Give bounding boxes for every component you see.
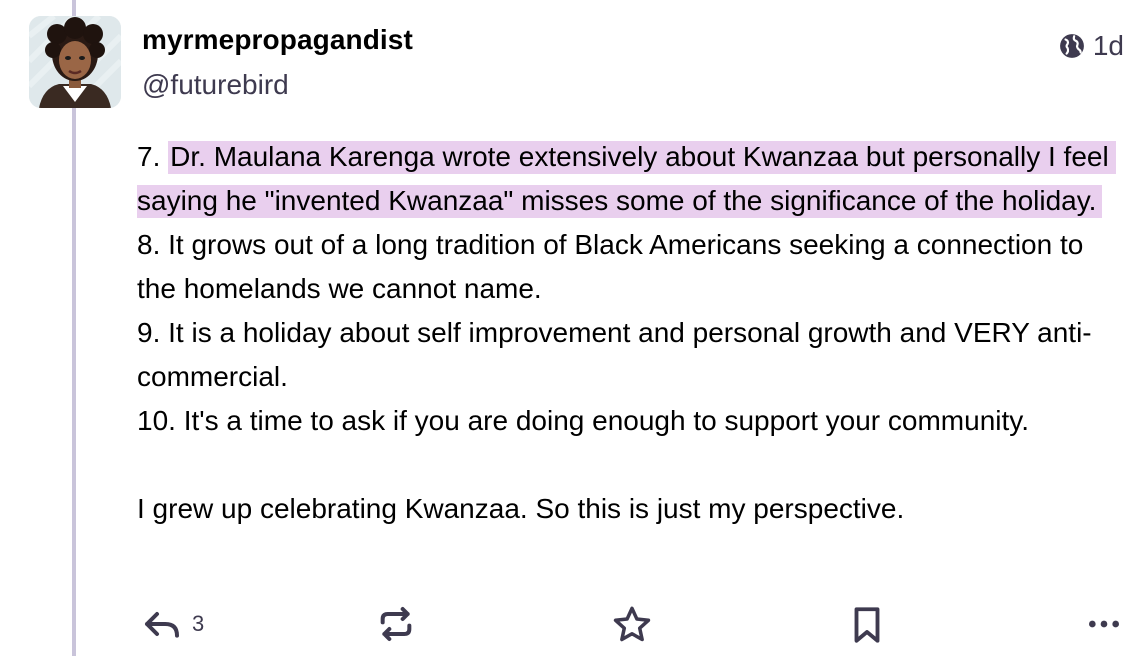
- post-content: 7. Dr. Maulana Karenga wrote extensively…: [137, 135, 1127, 531]
- favourite-button[interactable]: [611, 604, 653, 646]
- bookmark-button[interactable]: [846, 604, 888, 646]
- reply-icon: [145, 612, 179, 638]
- action-bar: 3: [0, 604, 1132, 652]
- post-item-7: 7. Dr. Maulana Karenga wrote extensively…: [137, 135, 1127, 223]
- boost-button[interactable]: [376, 604, 416, 644]
- post-time: 1d: [1092, 30, 1124, 61]
- post-item-9: 9. It is a holiday about self improvemen…: [137, 317, 1092, 392]
- post-item-10: 10. It's a time to ask if you are doing …: [137, 405, 1029, 436]
- bookmark-icon: [854, 607, 880, 643]
- favourite-icon: [613, 606, 651, 642]
- item-7-number: 7.: [137, 141, 169, 172]
- highlighted-text: Dr. Maulana Karenga wrote extensively ab…: [137, 141, 1117, 218]
- author-handle[interactable]: @futurebird: [142, 69, 289, 101]
- more-button[interactable]: [1084, 604, 1124, 644]
- more-icon: [1089, 620, 1119, 628]
- avatar-image: [29, 16, 121, 108]
- author-display-name[interactable]: myrmepropagandist: [142, 24, 413, 56]
- post-closing: I grew up celebrating Kwanzaa. So this i…: [137, 493, 905, 524]
- post-blank-line: [137, 443, 1127, 487]
- globe-icon: [1059, 34, 1084, 58]
- post-timestamp[interactable]: 1d: [1059, 30, 1124, 62]
- avatar[interactable]: [29, 16, 121, 108]
- reply-count: 3: [192, 611, 205, 636]
- reply-button[interactable]: 3: [142, 604, 204, 644]
- post-item-8: 8. It grows out of a long tradition of B…: [137, 229, 1092, 304]
- boost-icon: [380, 607, 412, 641]
